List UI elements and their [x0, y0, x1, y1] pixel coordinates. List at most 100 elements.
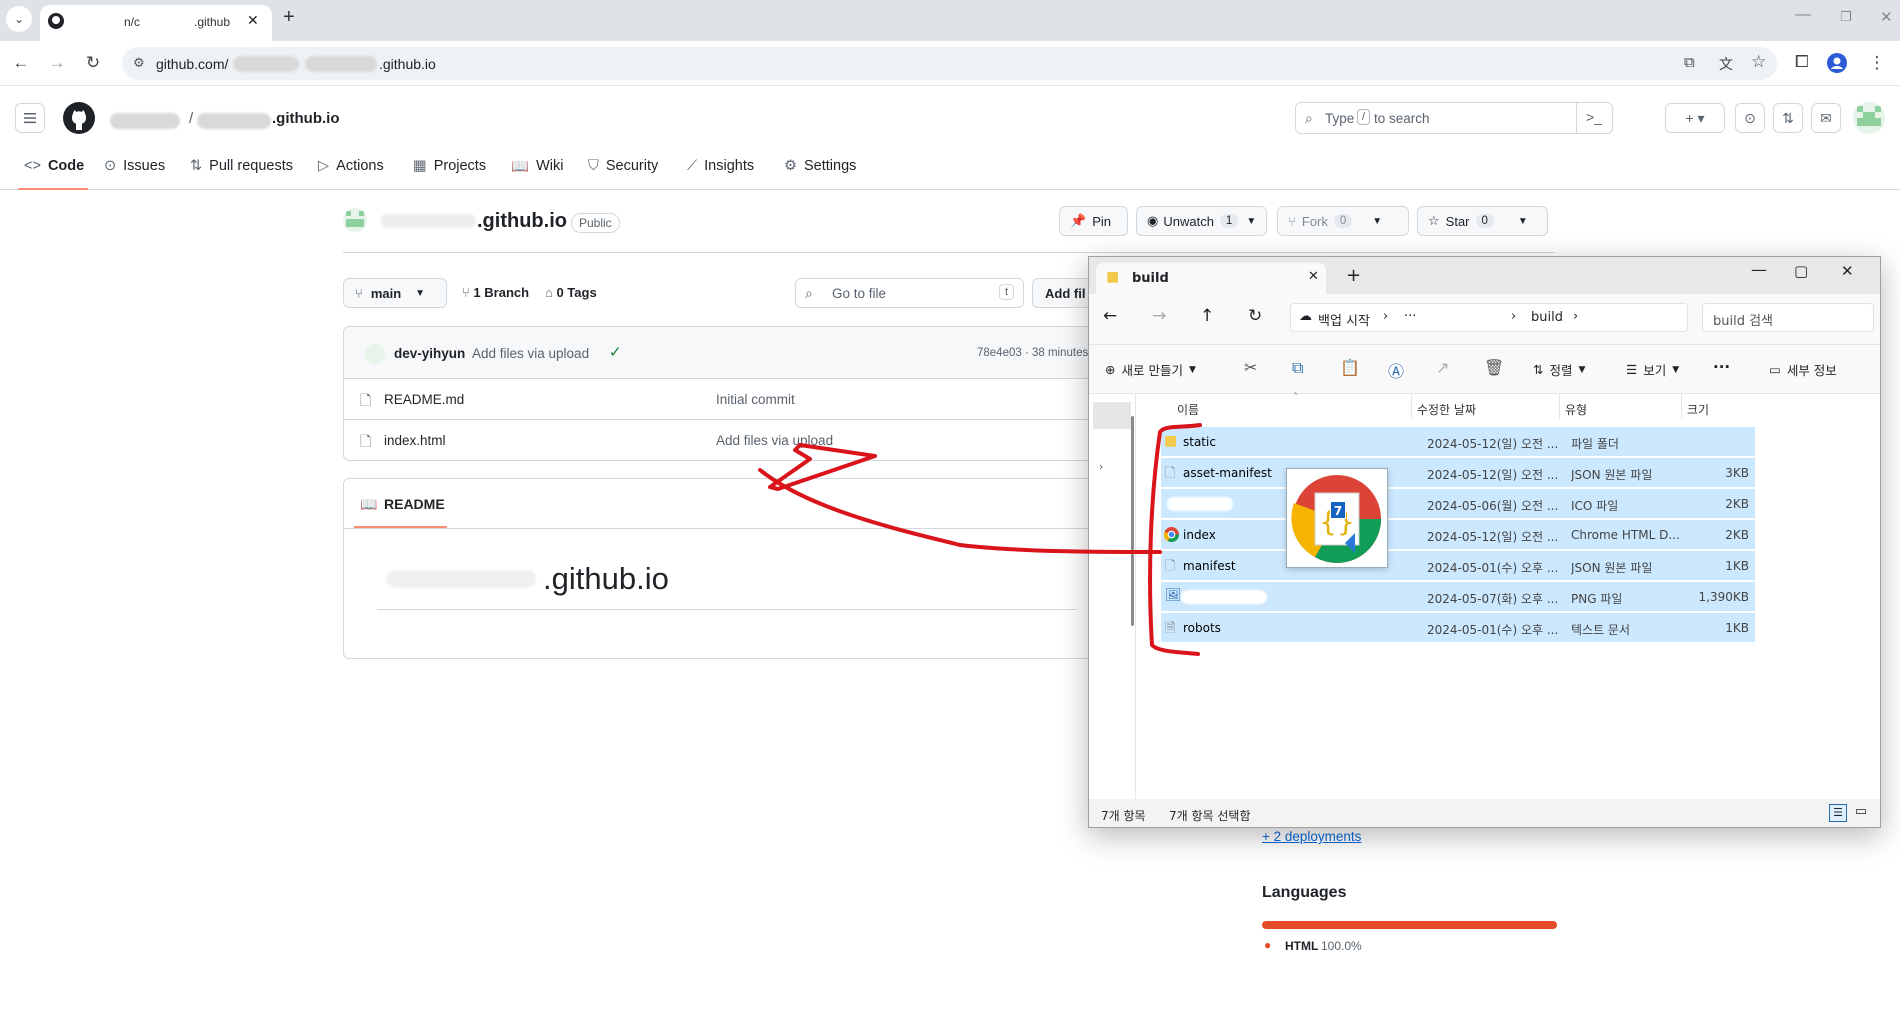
col-date[interactable]: 수정한 날짜 [1417, 401, 1476, 418]
unwatch-button[interactable]: ◉ Unwatch 1 ▼ [1136, 206, 1267, 236]
file-row[interactable]: 🗋 index.html Add files via upload [344, 420, 1102, 461]
bookmark-star-icon[interactable]: ☆ [1751, 52, 1766, 72]
rename-icon[interactable]: Ⓐ [1388, 358, 1404, 382]
explorer-refresh-icon[interactable]: ↻ [1248, 306, 1262, 326]
tab-issues[interactable]: ⊙ Issues [104, 154, 165, 178]
inbox-icon[interactable]: ✉ [1811, 103, 1841, 133]
cut-icon[interactable]: ✂ [1244, 358, 1257, 377]
col-size[interactable]: 크기 [1687, 401, 1709, 418]
explorer-tab[interactable]: ■ build ✕ [1096, 263, 1326, 294]
minimize-icon[interactable]: — [1795, 6, 1811, 24]
tab-code[interactable]: <> Code [24, 154, 84, 178]
readme-tab[interactable]: README [384, 496, 445, 512]
repo-path-name[interactable]: .github.io [272, 110, 339, 127]
extensions-icon[interactable]: ⧠ [1795, 52, 1809, 72]
commit-author[interactable]: dev-yihyun [394, 346, 465, 361]
translate-icon[interactable]: 文 [1719, 54, 1733, 74]
file-commit-message[interactable]: Add files via upload [716, 433, 833, 448]
issues-icon[interactable]: ⊙ [1735, 103, 1765, 133]
browser-menu-icon[interactable]: ⋮ [1863, 49, 1891, 77]
details-pane-button[interactable]: ▭ 세부 정보 [1769, 360, 1837, 379]
explorer-search-input[interactable]: build 검색 [1702, 303, 1874, 332]
file-name[interactable]: README.md [384, 392, 464, 407]
new-tab-icon[interactable]: + [283, 6, 295, 29]
col-name[interactable]: 이름 [1177, 401, 1199, 418]
tab-actions[interactable]: ▷ Actions [318, 154, 384, 178]
tab-projects[interactable]: ▦ Projects [413, 154, 486, 178]
view-button[interactable]: ☰ 보기 ▼ [1626, 360, 1679, 379]
new-item-button[interactable]: ⊕ 새로 만들기 ▼ [1105, 360, 1196, 379]
explorer-row[interactable]: index 2024-05-12(일) 오전 ... Chrome HTML D… [1161, 520, 1755, 549]
github-logo-icon[interactable] [63, 102, 95, 134]
file-row[interactable]: 🗋 README.md Initial commit [344, 379, 1102, 420]
nav-pane-scrollbar[interactable] [1131, 416, 1134, 626]
open-in-app-icon[interactable]: ⧉ [1684, 54, 1695, 71]
tab-security[interactable]: ⛉ Security [588, 154, 658, 178]
repo-title[interactable]: .github.io [477, 210, 567, 233]
explorer-row[interactable]: 🗎 robots 2024-05-01(수) 오후 ... 텍스트 문서 1KB [1161, 613, 1755, 642]
restore-icon[interactable]: ❐ [1840, 9, 1852, 25]
back-icon[interactable]: ← [7, 49, 35, 77]
explorer-up-icon[interactable]: ↑ [1200, 306, 1214, 326]
file-commit-message[interactable]: Initial commit [716, 392, 795, 407]
breadcrumb-folder[interactable]: build [1531, 310, 1563, 325]
explorer-minimize-icon[interactable]: — [1751, 260, 1767, 279]
tab-pull-requests[interactable]: ⇅ Pull requests [190, 154, 293, 178]
pull-requests-icon[interactable]: ⇅ [1773, 103, 1803, 133]
tab-insights[interactable]: ⟋ Insights [687, 154, 754, 178]
expand-chevron-icon[interactable]: › [1099, 460, 1103, 473]
site-info-icon[interactable]: ⚙ [133, 55, 145, 71]
command-palette-icon[interactable]: >_ [1586, 109, 1602, 125]
breadcrumb-root[interactable]: 백업 시작 [1318, 310, 1370, 329]
tab-close-icon[interactable]: ✕ [247, 12, 259, 29]
user-avatar[interactable] [1853, 102, 1885, 134]
tab-settings[interactable]: ⚙ Settings [784, 154, 856, 178]
profile-icon[interactable] [1823, 49, 1851, 77]
explorer-forward-icon[interactable]: → [1152, 306, 1166, 326]
branches-link[interactable]: ⑂ 1 Branch [462, 285, 529, 300]
file-name[interactable]: index.html [384, 433, 446, 448]
reload-icon[interactable]: ↻ [79, 49, 107, 77]
repo-name-redacted[interactable] [197, 113, 271, 129]
explorer-row[interactable]: 🗋 asset-manifest 2024-05-12(일) 오전 ... JS… [1161, 458, 1755, 487]
github-search-input[interactable]: ⌕ Type / to search >_ [1295, 102, 1613, 134]
explorer-address-bar[interactable]: ☁ 백업 시작 › ··· › build › [1290, 303, 1688, 332]
share-icon[interactable]: ↗ [1436, 358, 1449, 377]
explorer-close-icon[interactable]: ✕ [1841, 262, 1854, 280]
create-new-icon[interactable]: + ▾ [1665, 103, 1725, 133]
paste-icon[interactable]: 📋 [1340, 358, 1360, 377]
hamburger-menu-icon[interactable] [15, 103, 45, 133]
tab-search-icon[interactable]: ⌄ [6, 6, 32, 32]
close-window-icon[interactable]: ✕ [1880, 8, 1893, 26]
col-type[interactable]: 유형 [1565, 401, 1587, 418]
tab-wiki[interactable]: 📖 Wiki [511, 154, 563, 178]
pin-button[interactable]: 📌 Pin [1059, 206, 1128, 236]
more-options-icon[interactable]: ··· [1713, 358, 1730, 376]
star-button[interactable]: ☆ Star 0 ▼ [1417, 206, 1548, 236]
commit-hash[interactable]: 78e4e03 · 38 minutes [977, 347, 1088, 359]
details-view-icon[interactable]: ☰ [1829, 804, 1847, 822]
explorer-back-icon[interactable]: ← [1103, 306, 1117, 326]
explorer-tab-close-icon[interactable]: ✕ [1308, 269, 1319, 284]
deployments-link[interactable]: + 2 deployments [1262, 829, 1361, 844]
go-to-file-input[interactable]: ⌕ Go to file t [795, 278, 1024, 308]
forward-icon[interactable]: → [43, 49, 71, 77]
commit-message[interactable]: Add files via upload [472, 346, 589, 361]
address-bar[interactable]: ⚙ github.com/ .github.io ⧉ 文 ☆ [122, 47, 1777, 80]
explorer-row[interactable]: 🗋 manifest 2024-05-01(수) 오후 ... JSON 원본 … [1161, 551, 1755, 580]
fork-button[interactable]: ⑂ Fork 0 ▼ [1277, 206, 1409, 236]
explorer-row[interactable]: ■ static 2024-05-12(일) 오전 ... 파일 폴더 [1161, 427, 1755, 456]
explorer-row[interactable]: 🖼 2024-05-07(화) 오후 ... PNG 파일 1,390KB [1161, 582, 1755, 611]
sort-button[interactable]: ⇅ 정렬 ▼ [1533, 360, 1585, 379]
thumbnail-view-icon[interactable]: ▭ [1852, 804, 1870, 822]
delete-icon[interactable]: 🗑 [1484, 358, 1504, 377]
explorer-row[interactable]: 2024-05-06(월) 오전 ... ICO 파일 2KB [1161, 489, 1755, 518]
browser-tab[interactable]: n/c .github ✕ [40, 5, 272, 41]
language-name[interactable]: HTML [1285, 939, 1318, 953]
breadcrumb-ellipsis[interactable]: ··· [1404, 309, 1416, 324]
explorer-maximize-icon[interactable]: ▢ [1794, 262, 1808, 280]
branch-select[interactable]: ⑂ main ▼ [343, 278, 447, 308]
tags-link[interactable]: ⌂ 0 Tags [545, 285, 597, 300]
repo-owner-redacted[interactable] [110, 113, 180, 129]
copy-icon[interactable]: ⧉ [1292, 358, 1303, 378]
